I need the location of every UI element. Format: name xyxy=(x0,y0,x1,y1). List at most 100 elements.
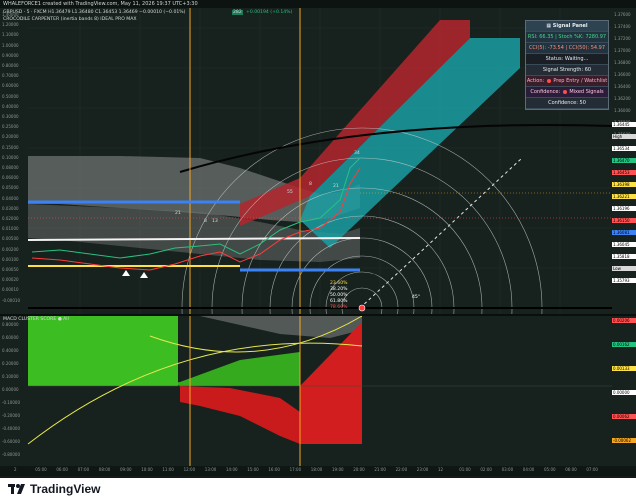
price-axis-tick: 1.36400 xyxy=(614,84,631,89)
time-axis-tick: 02:00 xyxy=(480,467,492,472)
angle-label: 45° xyxy=(412,295,421,300)
price-axis-tick: 0.80000 xyxy=(2,63,19,68)
price-axis-tick: 0.03000 xyxy=(2,205,19,211)
tradingview-wordmark: TradingView xyxy=(30,482,101,496)
price-label-tag: 1.36150 xyxy=(612,218,636,223)
fib-label: 50.00% xyxy=(330,293,348,298)
time-axis-tick: 16:00 xyxy=(268,467,280,472)
volume-badge: 282 xyxy=(232,10,243,15)
time-axis-tick: 11:00 xyxy=(162,467,174,472)
price-axis-tick: 0.60000 xyxy=(2,83,19,89)
price-axis-tick: 1.40000 xyxy=(2,12,19,17)
indicator-legend[interactable]: CROCODILE CARPENTER (inertia bands 8) ID… xyxy=(3,17,137,22)
target-marker xyxy=(358,304,366,312)
time-axis-tick: 07:00 xyxy=(586,467,598,472)
symbol-legend[interactable]: GBPUSD · 5 · FXCM H1.36479 L1.36480 C1.3… xyxy=(3,10,185,15)
time-axis-tick: 14:00 xyxy=(226,467,238,472)
price-axis-tick: 0.08000 xyxy=(2,165,19,170)
price-axis-tick: 0.00200 xyxy=(2,246,19,252)
price-label-tag: 1.35793 xyxy=(612,278,636,283)
price-axis-tick: -0.00010 xyxy=(2,297,20,303)
price-axis-tick: 0.70000 xyxy=(2,73,19,79)
price-label-tag: Low xyxy=(612,266,636,271)
price-axis-tick: 1.36800 xyxy=(614,60,631,65)
indicator-axis-tick: -0.80000 xyxy=(2,452,20,457)
indicator-value-tag: -0.00062 xyxy=(612,438,636,443)
time-axis-tick: 05:00 xyxy=(544,467,556,472)
cci-row: CCI(5): -73.54 | CCI(50): 54.97 xyxy=(526,43,608,54)
price-axis-tick: 0.04000 xyxy=(2,195,19,201)
indicator-axis-tick: 0.20000 xyxy=(2,361,19,366)
indicator-axis-tick: 0.80000 xyxy=(2,322,19,327)
price-label-tag: 1.35818 xyxy=(612,254,636,259)
price-axis-tick: 0.06000 xyxy=(2,175,19,181)
price-axis-tick: 0.30000 xyxy=(2,114,19,119)
price-axis-tick: 0.15000 xyxy=(2,144,19,150)
indicator-axis-tick: -0.10000 xyxy=(2,400,20,405)
time-axis-tick: 21:00 xyxy=(374,467,386,472)
price-axis-tick: 0.02000 xyxy=(2,216,19,221)
indicator-value-tag: 0.00000 xyxy=(612,390,636,395)
time-axis-tick: 04:00 xyxy=(522,467,535,472)
time-axis-tick: 01:00 xyxy=(459,467,471,472)
price-axis-tick: 0.00020 xyxy=(2,277,19,283)
wave-label: 8 xyxy=(309,182,312,187)
time-axis-tick: 20:00 xyxy=(353,467,365,472)
rsi-stoch-row: RSI: 66.35 | Stoch %K: 7280.97 xyxy=(526,32,608,43)
indicator-axis-tick: 0.10000 xyxy=(2,374,19,379)
price-label-tag: 1.36196 xyxy=(612,206,636,211)
price-axis-tick: 0.00100 xyxy=(2,256,19,262)
indicator-value-tag: 0.00133 xyxy=(612,366,636,371)
indicator-pane[interactable]: MACD CLUSTER SCORE ● All 0.80000 0.60000 0… xyxy=(0,315,636,466)
price-axis-tick: 0.01000 xyxy=(2,226,19,232)
fib-label: 38.20% xyxy=(330,287,348,292)
price-axis-tick: 1.10000 xyxy=(2,32,19,38)
fib-label: 61.80% xyxy=(330,299,348,304)
indicator-value-tag: 0.00062 xyxy=(612,414,636,419)
indicator-axis-tick: -0.60000 xyxy=(2,439,20,444)
change-badge: +0.00194 (+0.14%) xyxy=(246,10,293,15)
confidence-score-row: Confidence: 50 xyxy=(526,98,608,109)
price-label-tag: 1.36398 xyxy=(612,182,636,187)
price-axis-tick: 1.20000 xyxy=(2,22,19,28)
price-axis-tick: 1.36000 xyxy=(614,108,631,113)
time-axis-tick: 18:00 xyxy=(310,467,323,472)
price-axis-tick: 0.00010 xyxy=(2,287,19,293)
time-axis-tick: 06:00 xyxy=(565,467,577,472)
price-axis-tick: 0.00050 xyxy=(2,267,19,272)
action-row: Action: Prep Entry / Watchlist xyxy=(526,76,608,87)
status-row: Status: Waiting... xyxy=(526,54,608,65)
price-axis-tick: 1.37000 xyxy=(614,48,631,53)
indicator-axis-tick: -0.40000 xyxy=(2,426,20,431)
time-axis[interactable]: 2 05:00 06:00 07:00 08:00 09:00 10:00 11:00 12:0… xyxy=(0,466,636,476)
price-label-tag: 1.36221 xyxy=(612,194,636,199)
price-axis-tick: 0.20000 xyxy=(2,134,19,140)
green-histogram-block xyxy=(28,316,178,386)
time-axis-tick: 10:00 xyxy=(141,467,153,472)
price-axis-tick: 1.37600 xyxy=(614,12,631,17)
price-axis-tick: 1.37400 xyxy=(614,24,631,29)
confidence-row: Confidence: Mixed Signals xyxy=(526,87,608,98)
time-axis-tick: 07:00 xyxy=(77,467,90,472)
price-axis-tick: 0.90000 xyxy=(2,52,19,58)
price-axis-tick: 0.50000 xyxy=(2,93,19,99)
price-label-tag: High xyxy=(612,134,636,139)
price-axis-tick: 0.05000 xyxy=(2,185,19,191)
price-axis-tick: 1.36200 xyxy=(614,96,631,101)
price-label-tag: 1.36453 xyxy=(612,170,636,175)
wave-label: 8 xyxy=(204,219,207,224)
time-axis-tick: 22:00 xyxy=(395,467,408,472)
red-dot-icon xyxy=(562,89,567,94)
chart-header-caption: WHALEFORCE1 created with TradingView.com… xyxy=(0,0,636,8)
main-price-chart[interactable]: GBPUSD · 5 · FXCM H1.36479 L1.36480 C1.3… xyxy=(0,8,636,489)
tradingview-logo-icon xyxy=(8,484,25,494)
wave-label: 13 xyxy=(212,219,218,224)
indicator-value-tag: 0.00206 xyxy=(612,318,636,323)
time-axis-tick: 09:00 xyxy=(120,467,132,472)
price-axis-tick: 0.40000 xyxy=(2,103,19,109)
tradingview-logo: TradingView xyxy=(8,482,100,496)
wave-label: 34 xyxy=(354,151,360,156)
time-axis-tick: 12 xyxy=(438,467,444,472)
wave-label: 55 xyxy=(287,190,293,195)
price-axis-tick: 1.36600 xyxy=(614,72,631,77)
